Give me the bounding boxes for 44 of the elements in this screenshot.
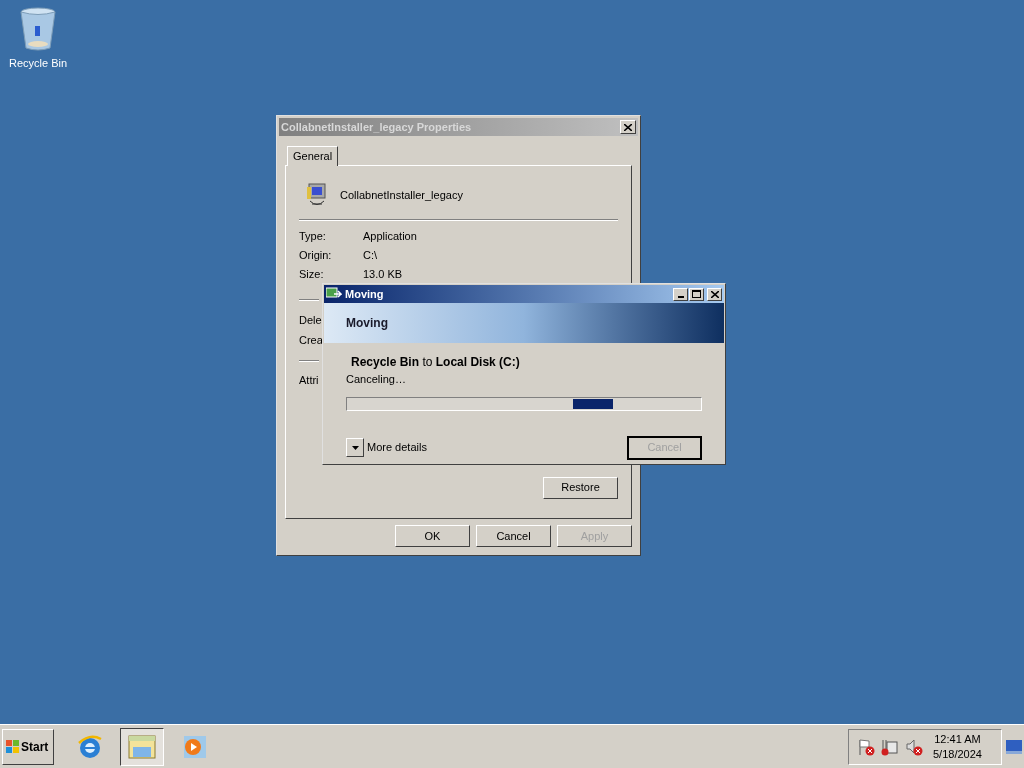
- field-label: Crea: [299, 333, 323, 346]
- minimize-button[interactable]: [673, 287, 688, 301]
- flag-error-icon[interactable]: [857, 737, 875, 756]
- file-name: CollabnetInstaller_legacy: [340, 187, 463, 203]
- clock-time: 12:41 AM: [934, 731, 981, 747]
- move-icon: [326, 287, 342, 301]
- field-label: Type:: [299, 228, 327, 244]
- maximize-icon: [692, 290, 701, 298]
- restore-button[interactable]: Restore: [543, 476, 618, 499]
- field-label: Origin:: [299, 247, 333, 263]
- close-icon: [710, 290, 719, 298]
- field-label: Attri: [299, 373, 319, 388]
- field-value: 13.0 KB: [363, 266, 403, 282]
- folder-window-icon: [127, 732, 157, 761]
- dialog-button[interactable]: OK: [395, 525, 470, 547]
- field-value: C:\: [363, 247, 378, 263]
- window-title: Moving: [345, 286, 384, 302]
- caret-icon: [351, 445, 359, 450]
- maximize-button[interactable]: [689, 287, 704, 301]
- desktop-icon-label: Recycle Bin: [8, 56, 68, 71]
- move-route: Recycle Bin to Local Disk (C:): [350, 354, 520, 371]
- clock-date: 5/18/2024: [933, 746, 982, 762]
- minimize-icon: [677, 295, 684, 298]
- start-button[interactable]: Start: [2, 728, 54, 765]
- field-label: Dele: [299, 313, 322, 326]
- field-label: Size:: [299, 266, 325, 282]
- more-details-label: More details: [367, 440, 427, 456]
- window-title: CollabnetInstaller_legacy Properties: [281, 119, 472, 135]
- close-icon: [624, 123, 632, 131]
- dialog-heading: Moving: [346, 315, 388, 332]
- tab[interactable]: General: [287, 146, 339, 166]
- recycle-bin-icon[interactable]: [18, 6, 58, 52]
- close-button[interactable]: [707, 287, 722, 301]
- network-error-icon[interactable]: [881, 737, 899, 756]
- expand-button[interactable]: [346, 438, 364, 457]
- browser-icon: [76, 732, 104, 761]
- taskbar-app-button[interactable]: [120, 727, 164, 766]
- windows-logo-icon: [6, 739, 20, 754]
- dialog-button[interactable]: Cancel: [476, 525, 551, 547]
- status-text: Canceling…: [346, 372, 406, 387]
- field-value: Application: [363, 228, 417, 244]
- speaker-muted-icon[interactable]: [905, 737, 923, 756]
- close-button[interactable]: [620, 120, 636, 134]
- show-desktop-icon[interactable]: [1006, 739, 1022, 754]
